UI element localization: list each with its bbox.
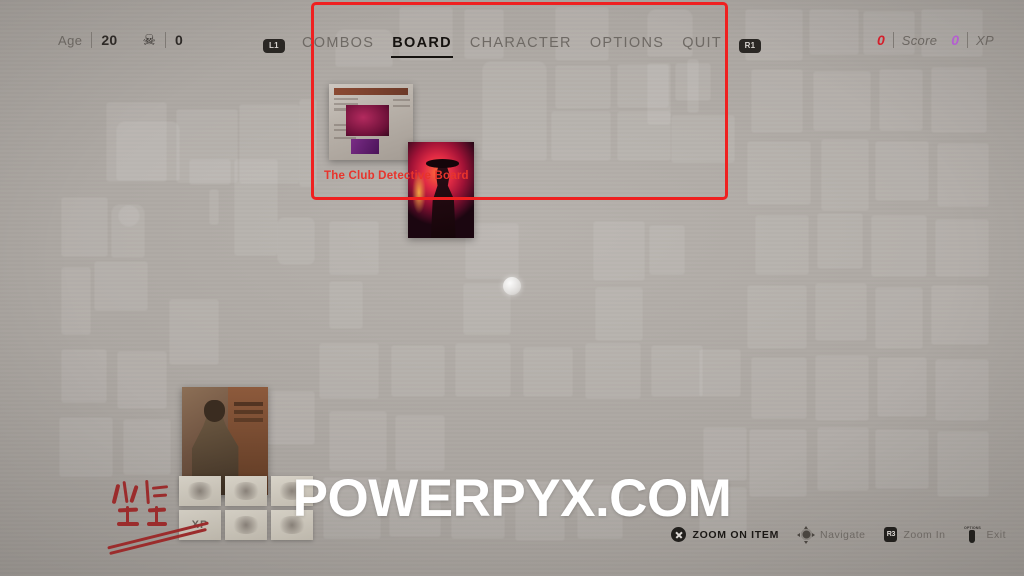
prompt-exit[interactable]: OPTIONS Exit [964, 526, 1006, 543]
watermark: POWERPYX.COM [292, 469, 732, 528]
prompt-zoom-in[interactable]: R3 Zoom In [884, 527, 945, 542]
prompt-label: Navigate [820, 528, 866, 541]
prompt-zoom-on-item[interactable]: ZOOM ON ITEM [671, 527, 779, 542]
prompt-label: ZOOM ON ITEM [692, 528, 780, 541]
l1-bumper-icon[interactable]: L1 [262, 38, 285, 53]
prompt-label: Exit [986, 528, 1006, 541]
left-stick-icon [797, 525, 816, 544]
r1-bumper-icon[interactable]: R1 [739, 38, 762, 53]
r3-button-icon: R3 [884, 527, 898, 542]
main-menu-tabs[interactable]: L1 COMBOS BOARD CHARACTER OPTIONS QUIT R… [0, 33, 1024, 58]
options-button-icon: OPTIONS [964, 526, 981, 543]
tab-board[interactable]: BOARD [391, 33, 453, 58]
prompt-label: Zoom In [903, 528, 946, 541]
tab-character[interactable]: CHARACTER [469, 33, 573, 58]
board-cursor[interactable] [503, 277, 521, 295]
button-prompt-bar: ZOOM ON ITEM Navigate R3 Zoom In OPTIONS… [671, 525, 1006, 544]
board-item-newspaper-club[interactable] [329, 84, 413, 160]
cross-button-icon [671, 527, 687, 542]
tab-quit[interactable]: QUIT [681, 33, 723, 58]
board-item-club-poster[interactable] [408, 142, 474, 238]
prompt-navigate[interactable]: Navigate [797, 525, 866, 544]
detective-board-label: The Club Detective Board [324, 170, 469, 182]
tab-combos[interactable]: COMBOS [301, 33, 375, 58]
tab-options[interactable]: OPTIONS [589, 33, 665, 58]
